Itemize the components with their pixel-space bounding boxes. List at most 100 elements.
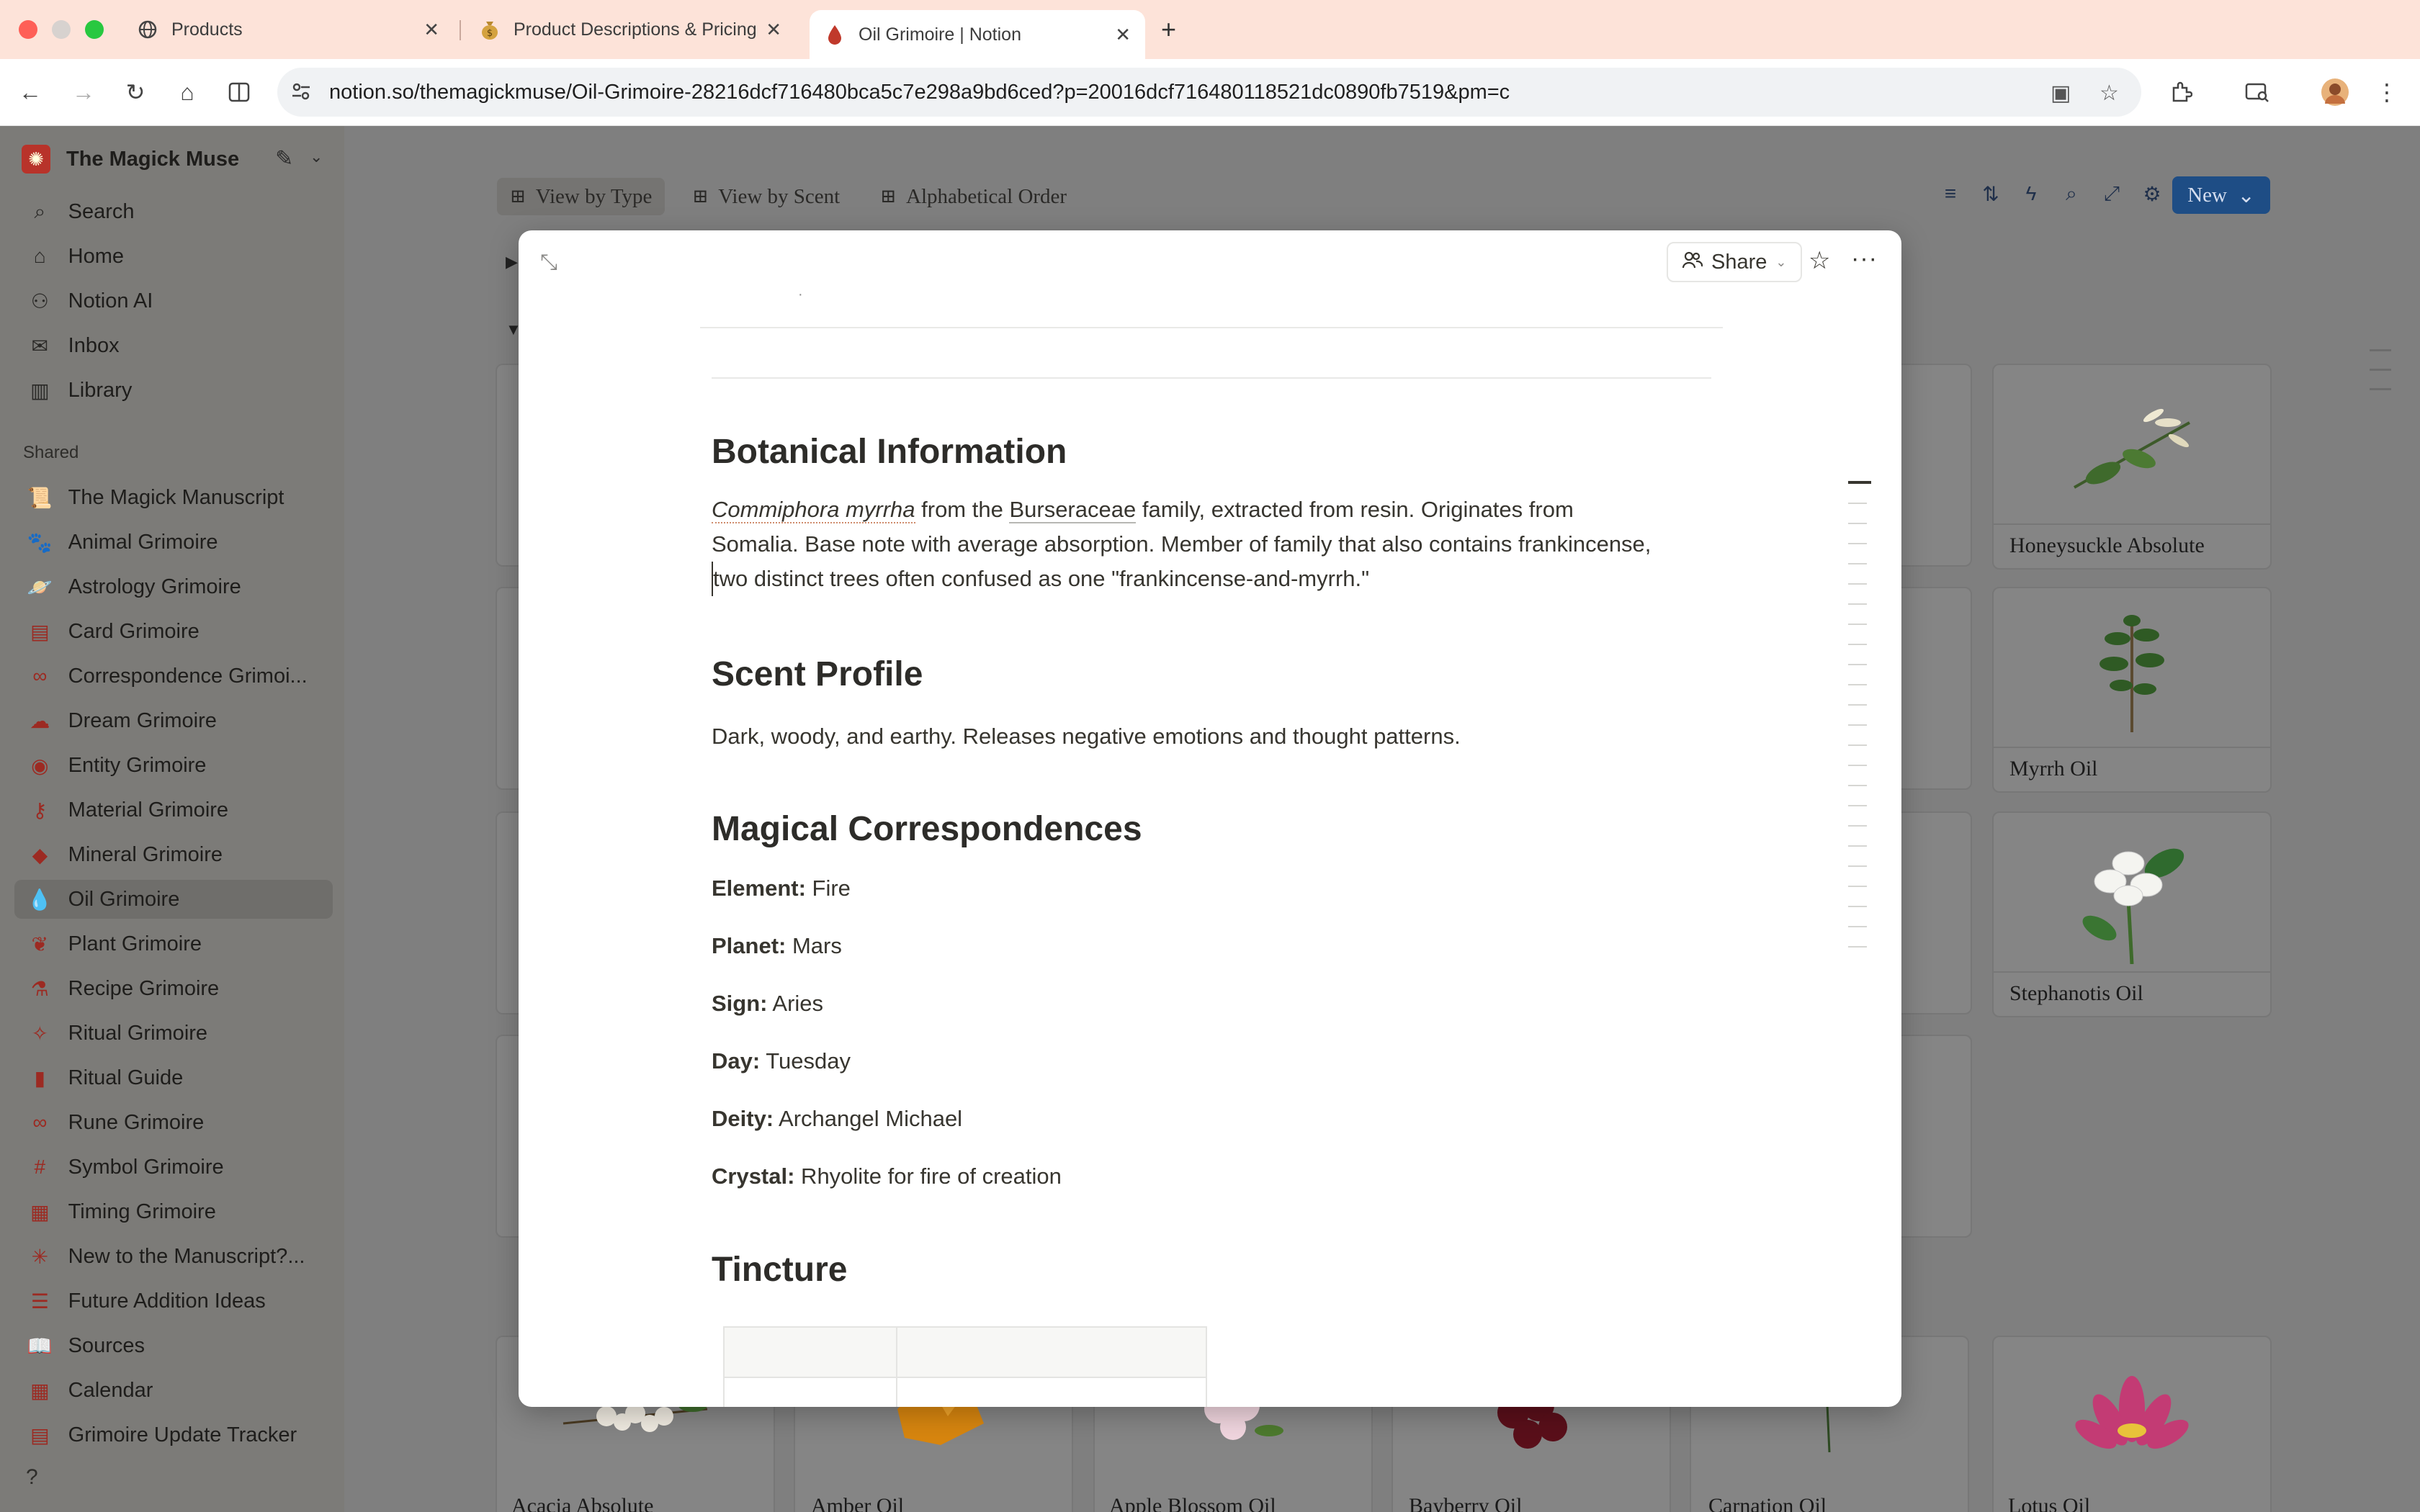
sidebar-item-oil-grimoire[interactable]: 💧 Oil Grimoire — [14, 880, 333, 919]
address-bar[interactable]: notion.so/themagickmuse/Oil-Grimoire-282… — [277, 68, 2141, 117]
sidebar-item-notion-ai[interactable]: ⚇ Notion AI — [14, 282, 333, 320]
card-title: Honeysuckle Absolute — [1994, 523, 2270, 568]
sidebar-item-card-grimoire[interactable]: ▤ Card Grimoire — [14, 612, 333, 651]
table-cell[interactable]: Color — [723, 1377, 897, 1407]
correspondence-planet[interactable]: Planet: Mars — [712, 933, 842, 959]
search-icon[interactable]: ⌕ — [2051, 182, 2092, 206]
workspace-switcher[interactable]: ✺ The Magick Muse — [22, 145, 239, 174]
sidebar-item-magick-manuscript[interactable]: 📜 The Magick Manuscript — [14, 478, 333, 517]
table-cell[interactable] — [896, 1326, 1207, 1378]
sidebar-item-timing-grimoire[interactable]: ▦ Timing Grimoire — [14, 1192, 333, 1231]
sidebar-item-ritual-guide[interactable]: ▮ Ritual Guide — [14, 1058, 333, 1097]
heading-magical-correspondences[interactable]: Magical Correspondences — [712, 809, 1142, 849]
gallery-card-honeysuckle[interactable]: Honeysuckle Absolute — [1992, 364, 2272, 570]
filter-icon[interactable]: ≡ — [1930, 182, 1971, 206]
sort-icon[interactable]: ⇅ — [1971, 182, 2011, 206]
gallery-card-lotus[interactable] — [1992, 1336, 2272, 1512]
sidebar-item-entity-grimoire[interactable]: ◉ Entity Grimoire — [14, 746, 333, 785]
close-window-button[interactable] — [19, 20, 37, 39]
sidebar-item-animal-grimoire[interactable]: 🐾 Animal Grimoire — [14, 523, 333, 562]
sidebar-item-sources[interactable]: 📖 Sources — [14, 1326, 333, 1365]
browser-tab-product-descriptions[interactable]: $ Product Descriptions & Pricing ✕ — [465, 10, 796, 49]
expand-icon[interactable]: ⤢ — [2092, 182, 2132, 206]
scent-paragraph[interactable]: Dark, woody, and earthy. Releases negati… — [712, 719, 1461, 754]
species-name: Commiphora myrrha — [712, 497, 915, 523]
new-button[interactable]: New ⌄ — [2172, 176, 2270, 214]
help-icon[interactable]: ? — [26, 1465, 38, 1490]
browser-tab-oil-grimoire[interactable]: Oil Grimoire | Notion ✕ — [810, 10, 1145, 59]
reload-icon[interactable]: ↻ — [120, 76, 151, 108]
automation-icon[interactable]: ϟ — [2011, 182, 2051, 206]
group-toggle-icon[interactable]: ▶ — [506, 253, 518, 271]
gallery-icon: ⊞ — [880, 186, 897, 207]
table-cell[interactable] — [723, 1326, 897, 1378]
settings-icon[interactable]: ⚙ — [2132, 182, 2172, 206]
back-arrow-icon[interactable]: ← — [14, 76, 46, 108]
heading-tincture[interactable]: Tincture — [712, 1250, 847, 1290]
new-tab-plus-icon[interactable]: + — [1161, 14, 1176, 45]
sidebar-item-rune-grimoire[interactable]: ∞ Rune Grimoire — [14, 1103, 333, 1142]
tab-view-by-type[interactable]: ⊞ View by Type — [497, 178, 666, 215]
close-tab-icon[interactable]: ✕ — [424, 19, 439, 41]
minimize-window-button[interactable] — [52, 20, 71, 39]
close-tab-icon[interactable]: ✕ — [766, 19, 781, 41]
tab-title: Products — [171, 19, 243, 40]
sidebar-item-dream-grimoire[interactable]: ☁ Dream Grimoire — [14, 701, 333, 740]
sidebar-item-correspondence-grimoire[interactable]: ∞ Correspondence Grimoi... — [14, 657, 333, 696]
toc-mark-current[interactable] — [1848, 481, 1871, 484]
gallery-card-myrrh[interactable]: Myrrh Oil — [1992, 587, 2272, 793]
sidebar-item-home[interactable]: ⌂ Home — [14, 237, 333, 276]
sidebar-item-grimoire-update-tracker[interactable]: ▤ Grimoire Update Tracker — [14, 1416, 333, 1454]
correspondence-crystal[interactable]: Crystal: Rhyolite for fire of creation — [712, 1164, 1062, 1189]
sidebar-item-material-grimoire[interactable]: ⚷ Material Grimoire — [14, 791, 333, 829]
sidebar-item-plant-grimoire[interactable]: ❦ Plant Grimoire — [14, 924, 333, 963]
browser-tab-products[interactable]: Products ✕ — [122, 10, 454, 49]
correspondence-day[interactable]: Day: Tuesday — [712, 1048, 851, 1074]
forward-arrow-icon[interactable]: → — [68, 76, 99, 108]
sidebar-item-library[interactable]: ▥ Library — [14, 371, 333, 410]
sidebar-item-astrology-grimoire[interactable]: 🪐 Astrology Grimoire — [14, 567, 333, 606]
share-button[interactable]: Share ⌄ — [1667, 242, 1803, 282]
more-options-icon[interactable]: ··· — [1851, 245, 1878, 273]
tincture-table[interactable]: ColorBittersweet brown — [723, 1326, 1207, 1407]
sidebar-item-recipe-grimoire[interactable]: ⚗ Recipe Grimoire — [14, 969, 333, 1008]
sidebar-item-new-to-manuscript[interactable]: ✳ New to the Manuscript?... — [14, 1237, 333, 1276]
extensions-icon[interactable] — [2165, 76, 2197, 108]
profile-avatar[interactable] — [2319, 76, 2351, 108]
site-settings-icon[interactable] — [290, 81, 312, 107]
sidebar-item-future-addition-ideas[interactable]: ☰ Future Addition Ideas — [14, 1282, 333, 1320]
sidebar-item-mineral-grimoire[interactable]: ◆ Mineral Grimoire — [14, 835, 333, 874]
table-cell[interactable]: Bittersweet brown — [896, 1377, 1207, 1407]
list-icon: ☰ — [30, 1290, 49, 1313]
sidebar-item-calendar[interactable]: ▦ Calendar — [14, 1371, 333, 1410]
oil-drop-icon: 💧 — [27, 888, 53, 911]
correspondence-sign[interactable]: Sign: Aries — [712, 991, 823, 1017]
maximize-window-button[interactable] — [85, 20, 104, 39]
tab-search-icon[interactable] — [2241, 76, 2273, 108]
sidebar-item-search[interactable]: ⌕ Search — [14, 192, 333, 231]
gallery-card-stephanotis[interactable]: Stephanotis Oil — [1992, 811, 2272, 1017]
sidebar-item-inbox[interactable]: ✉ Inbox — [14, 326, 333, 365]
botanical-paragraph[interactable]: Commiphora myrrha from the Burseraceae f… — [712, 492, 1734, 596]
card-image — [1994, 588, 2270, 747]
heading-scent-profile[interactable]: Scent Profile — [712, 654, 923, 694]
correspondence-element[interactable]: Element: Fire — [712, 876, 851, 901]
chevron-down-icon[interactable]: ⌄ — [310, 148, 323, 166]
bookmark-star-icon[interactable]: ☆ — [2099, 81, 2119, 106]
sidebar-item-symbol-grimoire[interactable]: # Symbol Grimoire — [14, 1148, 333, 1187]
new-button-label: New — [2187, 183, 2227, 207]
collapse-arrows-icon[interactable]: ⤡ — [540, 251, 557, 275]
notion-app-icon[interactable]: ▣ — [2051, 81, 2071, 106]
tab-view-by-scent[interactable]: ⊞ View by Scent — [679, 178, 853, 215]
sidebar-item-ritual-grimoire[interactable]: ✧ Ritual Grimoire — [14, 1014, 333, 1053]
tab-alphabetical-order[interactable]: ⊞ Alphabetical Order — [867, 178, 1080, 215]
browser-menu-icon[interactable]: ⋮ — [2371, 76, 2403, 108]
home-icon[interactable]: ⌂ — [171, 76, 203, 108]
split-view-icon[interactable] — [223, 76, 255, 108]
correspondence-deity[interactable]: Deity: Archangel Michael — [712, 1106, 962, 1132]
favorite-star-icon[interactable]: ☆ — [1809, 246, 1830, 275]
new-page-icon[interactable]: ✎ — [275, 146, 293, 171]
close-tab-icon[interactable]: ✕ — [1115, 24, 1131, 46]
table-of-contents-minimap[interactable] — [1848, 481, 1871, 966]
heading-botanical-information[interactable]: Botanical Information — [712, 432, 1067, 472]
